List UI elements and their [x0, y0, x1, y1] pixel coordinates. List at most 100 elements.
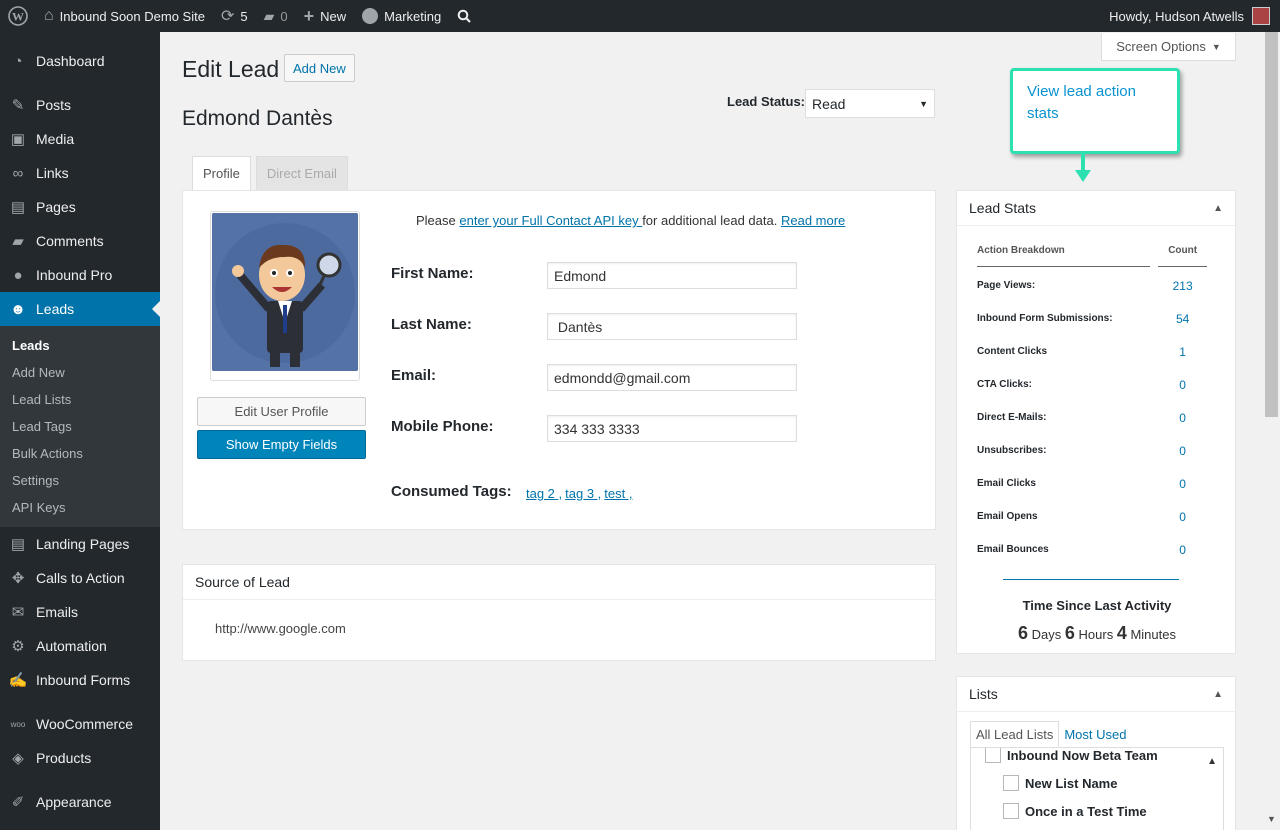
marketing-link[interactable]: Marketing	[354, 0, 449, 32]
stat-count-link[interactable]: 1	[1158, 345, 1207, 359]
consumed-tags-list: tag 2 , tag 3 , test ,	[526, 486, 632, 501]
page-scrollbar[interactable]: ▼	[1263, 32, 1280, 830]
stat-count-link[interactable]: 0	[1158, 510, 1207, 524]
api-note-prefix: Please	[416, 213, 460, 228]
sidebar-item-emails[interactable]: ✉ Emails	[0, 595, 160, 629]
show-empty-fields-button[interactable]: Show Empty Fields	[197, 430, 366, 459]
sidebar-item-inbound-pro[interactable]: ● Inbound Pro	[0, 258, 160, 292]
list-checkbox[interactable]	[985, 748, 1001, 763]
hours-label: Hours	[1078, 627, 1114, 642]
collapse-arrow-icon[interactable]: ▲	[1213, 689, 1223, 700]
stat-count-link[interactable]: 0	[1158, 411, 1207, 425]
submenu-item-lead-tags[interactable]: Lead Tags	[0, 413, 160, 440]
lead-tabs: Profile Direct Email	[192, 156, 348, 191]
sidebar-item-woocommerce[interactable]: woo WooCommerce	[0, 707, 160, 741]
stat-count-link[interactable]: 54	[1158, 312, 1207, 326]
list-item[interactable]: Inbound Now Beta Team	[985, 747, 1158, 763]
api-key-link[interactable]: enter your Full Contact API key	[459, 213, 642, 228]
stat-label: Inbound Form Submissions:	[977, 313, 1113, 324]
leads-submenu: Leads Add New Lead Lists Lead Tags Bulk …	[0, 326, 160, 527]
lead-status-label: Lead Status:	[727, 94, 806, 109]
collapse-arrow-icon[interactable]: ▲	[1213, 203, 1223, 214]
last-name-field[interactable]: Dantès	[547, 313, 797, 340]
submenu-item-api-keys[interactable]: API Keys	[0, 494, 160, 521]
stat-count-link[interactable]: 0	[1158, 543, 1207, 557]
updates-link[interactable]: ⟳ 5	[213, 0, 256, 32]
email-field[interactable]: edmondd@gmail.com	[547, 364, 797, 391]
sidebar-item-automation[interactable]: ⚙ Automation	[0, 629, 160, 663]
sidebar-item-label: Inbound Forms	[36, 672, 131, 688]
sidebar-item-products[interactable]: ◈ Products	[0, 741, 160, 775]
submenu-item-lead-lists[interactable]: Lead Lists	[0, 386, 160, 413]
tag-link[interactable]: test ,	[604, 486, 632, 501]
avatar	[1252, 7, 1270, 25]
sidebar-item-pages[interactable]: ▤ Pages	[0, 190, 160, 224]
search-button[interactable]	[449, 0, 479, 32]
sidebar-item-label: Pages	[36, 199, 76, 215]
lists-panel: Lists ▲ All Lead Lists Most Used Inbound…	[956, 676, 1236, 830]
action-breakdown-header: Action Breakdown	[977, 245, 1151, 267]
sidebar-item-dashboard[interactable]: ◔ Dashboard	[0, 44, 160, 78]
crosshair-icon: ✥	[11, 570, 25, 587]
lists-title: Lists	[969, 686, 998, 702]
sidebar-item-label: Leads	[36, 301, 75, 317]
first-name-field[interactable]: Edmond	[547, 262, 797, 289]
new-content-link[interactable]: + New	[296, 0, 355, 32]
scroll-down-arrow-icon[interactable]: ▼	[1267, 814, 1276, 824]
list-item-label: Inbound Now Beta Team	[1007, 747, 1158, 763]
sidebar-item-leads[interactable]: ☻ Leads	[0, 292, 160, 326]
inbound-logo-icon	[362, 8, 379, 24]
stat-label: Unsubscribes:	[977, 445, 1047, 456]
sidebar-item-appearance[interactable]: ✐ Appearance	[0, 785, 160, 819]
list-checkbox[interactable]	[1003, 775, 1019, 791]
list-item[interactable]: Once in a Test Time	[1003, 803, 1147, 819]
scrollbar-thumb[interactable]	[1265, 32, 1278, 417]
submenu-item-add-new[interactable]: Add New	[0, 359, 160, 386]
dashboard-icon: ◔	[13, 52, 23, 70]
mobile-phone-label: Mobile Phone:	[391, 418, 494, 435]
account-menu[interactable]: Howdy, Hudson Atwells	[1109, 7, 1280, 25]
edit-user-profile-button[interactable]: Edit User Profile	[197, 397, 366, 426]
consumed-tags-label: Consumed Tags:	[391, 483, 512, 500]
submenu-item-settings[interactable]: Settings	[0, 467, 160, 494]
site-name-link[interactable]: ⌂ Inbound Soon Demo Site	[36, 0, 213, 32]
comments-link[interactable]: ▰ 0	[256, 0, 296, 32]
lead-stats-header[interactable]: Lead Stats ▲	[957, 191, 1235, 226]
sidebar-item-media[interactable]: ▣ Media	[0, 122, 160, 156]
stat-count-link[interactable]: 0	[1158, 444, 1207, 458]
wordpress-logo-icon[interactable]: W	[0, 0, 36, 32]
mobile-phone-field[interactable]: 334 333 3333	[547, 415, 797, 442]
sidebar-item-calls-to-action[interactable]: ✥ Calls to Action	[0, 561, 160, 595]
tag-link[interactable]: tag 2 ,	[526, 486, 562, 501]
lead-status-select[interactable]: Read ▼	[805, 89, 935, 118]
sidebar-item-landing-pages[interactable]: ▤ Landing Pages	[0, 527, 160, 561]
lists-header[interactable]: Lists ▲	[957, 677, 1235, 712]
list-checkbox[interactable]	[1003, 803, 1019, 819]
table-row: Inbound Form Submissions: 54	[977, 302, 1207, 335]
admin-bar: W ⌂ Inbound Soon Demo Site ⟳ 5 ▰ 0 + New…	[0, 0, 1280, 32]
tag-link[interactable]: tag 3 ,	[565, 486, 601, 501]
tab-all-lead-lists[interactable]: All Lead Lists	[970, 721, 1060, 747]
tab-profile[interactable]: Profile	[192, 156, 251, 191]
stat-count-link[interactable]: 0	[1158, 477, 1207, 491]
read-more-link[interactable]: Read more	[781, 213, 845, 228]
screen-options-button[interactable]: Screen Options ▼	[1101, 33, 1236, 61]
sidebar-item-posts[interactable]: ✎ Posts	[0, 88, 160, 122]
stat-label: Direct E-Mails:	[977, 412, 1047, 423]
tab-most-used[interactable]: Most Used	[1059, 721, 1131, 747]
sidebar-item-inbound-forms[interactable]: ✍ Inbound Forms	[0, 663, 160, 697]
sidebar-item-comments[interactable]: ▰ Comments	[0, 224, 160, 258]
add-new-button[interactable]: Add New	[284, 54, 355, 82]
tab-direct-email[interactable]: Direct Email	[255, 156, 348, 191]
stat-label: Email Opens	[977, 511, 1038, 522]
stat-count-link[interactable]: 0	[1158, 378, 1207, 392]
tutorial-callout: View lead action stats	[1010, 68, 1180, 154]
submenu-item-leads[interactable]: Leads	[0, 332, 160, 359]
list-item[interactable]: New List Name	[1003, 775, 1117, 791]
hours-value: 6	[1064, 623, 1075, 643]
submenu-item-bulk-actions[interactable]: Bulk Actions	[0, 440, 160, 467]
sidebar-item-links[interactable]: ∞ Links	[0, 156, 160, 190]
scroll-up-arrow-icon[interactable]: ▲	[1207, 756, 1217, 767]
sidebar-item-label: Posts	[36, 97, 72, 113]
stat-count-link[interactable]: 213	[1158, 279, 1207, 293]
